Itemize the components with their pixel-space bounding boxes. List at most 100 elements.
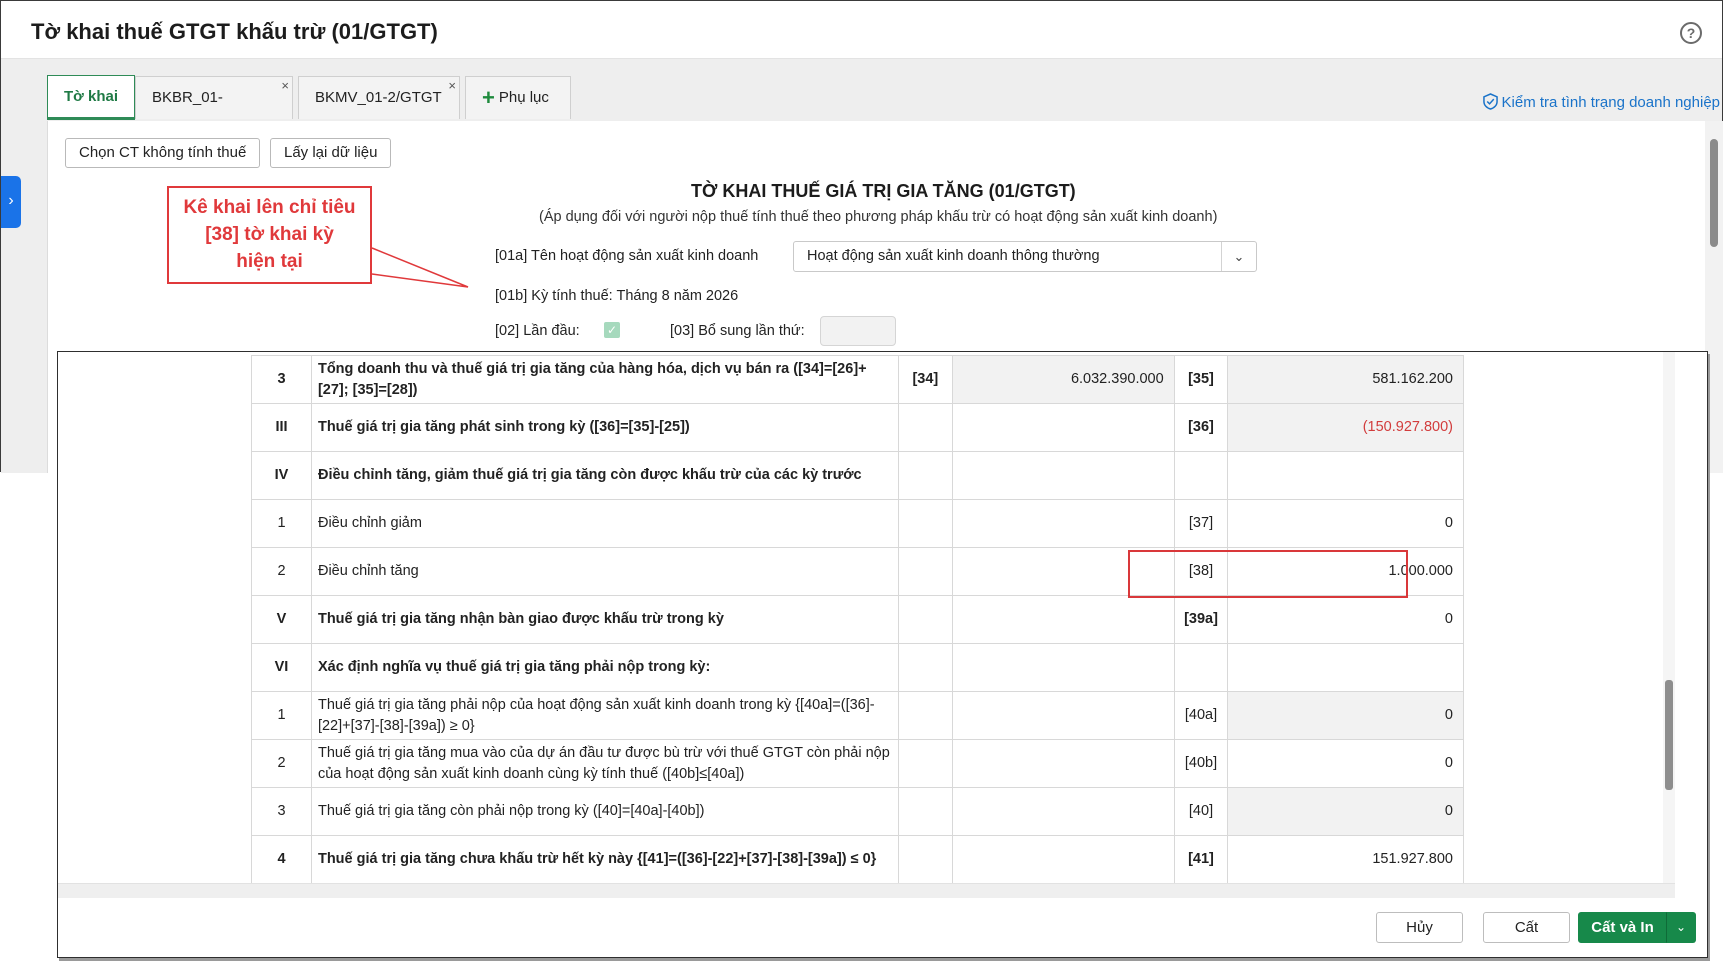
dialog-footer: Hủy Cất Cất và In ⌄ — [58, 898, 1707, 957]
row-description-cell: Điều chỉnh tăng — [310, 547, 900, 596]
indicator-code-cell — [898, 451, 953, 500]
select-non-taxable-docs-button[interactable]: Chọn CT không tính thuế — [65, 138, 261, 168]
row-number-cell: IV — [251, 451, 312, 500]
close-tab-icon[interactable]: × — [281, 65, 289, 107]
indicator-code-cell: [36] — [1173, 403, 1229, 452]
indicator-code-cell: [38] — [1173, 547, 1229, 596]
tax-value-cell[interactable]: 0 — [1227, 787, 1464, 836]
tab-to-khai[interactable]: Tờ khai — [47, 75, 136, 120]
supplement-number-input[interactable] — [820, 316, 896, 346]
tax-value-cell[interactable]: 0 — [1227, 691, 1464, 740]
scrollbar-thumb[interactable] — [1710, 139, 1718, 247]
indicator-code-cell — [898, 547, 953, 596]
sidebar-toggle-chevron-icon[interactable]: › — [1, 176, 21, 228]
indicator-code-cell — [898, 403, 953, 452]
row-number-cell: 4 — [251, 835, 312, 883]
revenue-value-cell — [951, 739, 1175, 788]
tax-value-cell[interactable]: 0 — [1227, 739, 1464, 788]
plus-icon: + — [482, 85, 495, 110]
tax-value-cell[interactable]: 0 — [1227, 499, 1464, 548]
indicator-code-cell — [898, 499, 953, 548]
left-gutter — [1, 121, 47, 473]
first-time-checkbox[interactable]: ✓ — [604, 322, 620, 338]
tab-label: Tờ khai — [64, 88, 119, 105]
tab-bkmv[interactable]: BKMV_01-2/GTGT × — [298, 76, 460, 119]
indicator-code-cell: [34] — [898, 355, 953, 404]
indicator-code-cell — [898, 787, 953, 836]
table-row: 2 Điều chỉnh tăng [38] 1.000.000 — [251, 547, 1464, 596]
tab-strip: Tờ khai BKBR_01-1/GTGT × BKMV_01-2/GTGT … — [1, 59, 1722, 148]
row-number-cell: 3 — [251, 355, 312, 404]
tax-value-cell[interactable]: 151.927.800 — [1227, 835, 1464, 883]
chevron-down-icon[interactable]: ⌄ — [1666, 912, 1696, 943]
row-description-cell: Xác định nghĩa vụ thuế giá trị gia tăng … — [310, 643, 900, 692]
row-description-cell: Tổng doanh thu và thuế giá trị gia tăng … — [310, 355, 900, 404]
table-row: VI Xác định nghĩa vụ thuế giá trị gia tăn… — [251, 643, 1464, 692]
row-number-cell: 1 — [251, 499, 312, 548]
title-bar: Tờ khai thuế GTGT khấu trừ (01/GTGT) ? — [1, 1, 1722, 59]
indicator-code-cell: [35] — [1173, 355, 1229, 404]
activity-name-label: [01a] Tên hoạt động sản xuất kinh doanh — [495, 248, 759, 264]
cancel-button[interactable]: Hủy — [1376, 912, 1463, 943]
tax-value-cell[interactable]: (150.927.800) — [1227, 403, 1464, 452]
tax-period-label: [01b] Kỳ tính thuế: Tháng 8 năm 2026 — [495, 288, 739, 304]
form-subtitle: (Áp dụng đối với người nộp thuế tính thu… — [539, 209, 1218, 225]
activity-name-select[interactable]: Hoạt động sản xuất kinh doanh thông thườ… — [793, 241, 1257, 272]
activity-name-value: Hoạt động sản xuất kinh doanh thông thườ… — [807, 248, 1100, 264]
indicator-code-cell — [898, 691, 953, 740]
save-button[interactable]: Cất — [1483, 912, 1570, 943]
shield-check-icon — [1482, 93, 1498, 110]
table-row: V Thuế giá trị gia tăng nhận bàn giao đượ… — [251, 595, 1464, 644]
row-description-cell: Thuế giá trị gia tăng mua vào của dự án … — [310, 739, 900, 788]
indicator-code-cell: [41] — [1173, 835, 1229, 883]
tax-value-cell — [1227, 451, 1464, 500]
form-title: TỜ KHAI THUẾ GIÁ TRỊ GIA TĂNG (01/GTGT) — [691, 181, 1076, 201]
tab-bkbr[interactable]: BKBR_01-1/GTGT × — [135, 76, 293, 148]
row-number-cell: 1 — [251, 691, 312, 740]
revenue-value-cell — [951, 835, 1175, 883]
revenue-value-cell — [951, 691, 1175, 740]
tax-value-cell[interactable]: 1.000.000 — [1227, 547, 1464, 596]
row-description-cell: Thuế giá trị gia tăng phát sinh trong kỳ… — [310, 403, 900, 452]
tax-value-cell[interactable]: 581.162.200 — [1227, 355, 1464, 404]
scrollbar-thumb[interactable] — [1665, 680, 1673, 790]
indicator-code-cell — [898, 643, 953, 692]
row-number-cell: III — [251, 403, 312, 452]
revenue-value-cell — [951, 547, 1175, 596]
row-number-cell: VI — [251, 643, 312, 692]
table-scrollbar[interactable] — [1663, 352, 1675, 883]
save-and-print-button[interactable]: Cất và In — [1578, 912, 1667, 943]
revenue-value-cell — [951, 643, 1175, 692]
row-description-cell: Thuế giá trị gia tăng nhận bàn giao được… — [310, 595, 900, 644]
supplement-number-label: [03] Bổ sung lần thứ: — [670, 323, 805, 339]
row-number-cell: 3 — [251, 787, 312, 836]
revenue-value-cell — [951, 499, 1175, 548]
row-description-cell: Thuế giá trị gia tăng còn phải nộp trong… — [310, 787, 900, 836]
indicator-code-cell: [37] — [1173, 499, 1229, 548]
help-icon[interactable]: ? — [1680, 22, 1702, 44]
check-business-status-link[interactable]: Kiểm tra tình trạng doanh nghiệp — [1482, 93, 1720, 111]
revenue-value-cell — [951, 595, 1175, 644]
row-description-cell: Điều chỉnh giảm — [310, 499, 900, 548]
reload-data-button[interactable]: Lấy lại dữ liệu — [270, 138, 392, 168]
tab-label: BKMV_01-2/GTGT — [315, 89, 442, 106]
tab-label: Phụ lục — [498, 89, 549, 106]
table-row: IV Điều chỉnh tăng, giảm thuế giá trị gia… — [251, 451, 1464, 500]
indicator-code-cell: [40b] — [1173, 739, 1229, 788]
window-title: Tờ khai thuế GTGT khấu trừ (01/GTGT) — [31, 19, 438, 44]
tax-value-cell[interactable]: 0 — [1227, 595, 1464, 644]
callout-line-1: Kê khai lên chỉ tiêu — [183, 197, 356, 218]
revenue-value-cell[interactable]: 6.032.390.000 — [951, 355, 1175, 404]
table-horizontal-scrollbar[interactable] — [58, 883, 1675, 898]
tab-phu-luc[interactable]: + Phụ lục — [465, 76, 571, 119]
revenue-value-cell — [951, 787, 1175, 836]
chevron-down-icon[interactable]: ⌄ — [1221, 242, 1256, 271]
check-business-status-label: Kiểm tra tình trạng doanh nghiệp — [1501, 94, 1720, 111]
indicator-code-cell: [40] — [1173, 787, 1229, 836]
first-time-label: [02] Lần đầu: — [495, 323, 580, 339]
table-row: 1 Điều chỉnh giảm [37] 0 — [251, 499, 1464, 548]
table-row: 2 Thuế giá trị gia tăng mua vào của dự án… — [251, 739, 1464, 788]
table-row: 3 Tổng doanh thu và thuế giá trị gia tăng… — [251, 355, 1464, 404]
table-row: 4 Thuế giá trị gia tăng chưa khấu trừ hết… — [251, 835, 1464, 883]
close-tab-icon[interactable]: × — [448, 65, 456, 107]
